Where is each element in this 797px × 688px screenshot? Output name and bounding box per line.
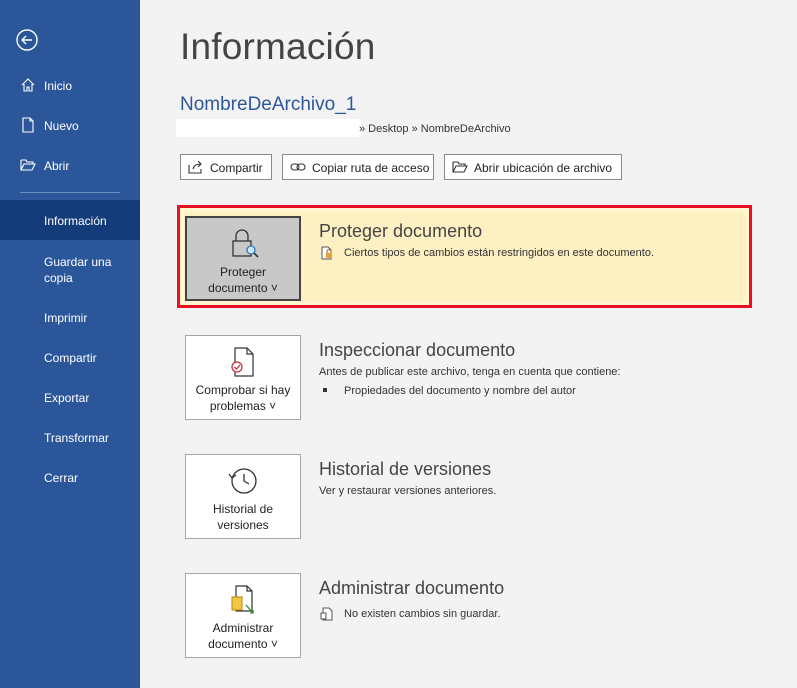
share-button[interactable]: Compartir <box>180 154 272 180</box>
redacted-path <box>176 119 361 137</box>
sidebar-item-compartir[interactable]: Compartir <box>0 349 140 367</box>
folder-icon <box>452 161 468 173</box>
sidebar-item-informacion[interactable]: Información <box>0 200 140 240</box>
backstage-sidebar: Inicio Nuevo Abrir Información Guardar u… <box>0 0 140 688</box>
lock-warning-icon <box>321 246 332 260</box>
protect-document-button[interactable]: Proteger documento ˅ <box>185 216 301 301</box>
inspect-title: Inspeccionar documento <box>319 340 516 360</box>
sidebar-item-label: Abrir <box>44 159 70 173</box>
inspect-bullet: Propiedades del documento y nombre del a… <box>344 385 576 397</box>
manage-document-button[interactable]: Administrar documento ˅ <box>185 573 301 658</box>
sidebar-item-label-line2: copia <box>44 271 73 285</box>
history-desc: Ver y restaurar versiones anteriores. <box>319 485 497 497</box>
open-folder-icon <box>20 159 36 171</box>
sidebar-item-label: Compartir <box>44 351 97 365</box>
sidebar-item-cerrar[interactable]: Cerrar <box>0 469 140 487</box>
info-pane: Información NombreDeArchivo_1 » Desktop … <box>140 0 797 688</box>
sidebar-item-transformar[interactable]: Transformar <box>0 429 140 447</box>
sidebar-item-label: Transformar <box>44 431 109 445</box>
sidebar-item-label: Cerrar <box>44 471 79 485</box>
history-title: Historial de versiones <box>319 459 492 479</box>
inspect-document-icon <box>231 347 254 377</box>
manage-document-icon <box>231 585 254 614</box>
sidebar-item-label: Imprimir <box>44 311 88 325</box>
protect-title: Proteger documento <box>319 221 483 241</box>
page-title: Información <box>180 26 376 67</box>
sidebar-item-label: Información <box>44 214 107 228</box>
document-icon <box>320 607 333 621</box>
share-icon <box>188 160 202 174</box>
manage-title: Administrar documento <box>319 578 505 598</box>
manage-desc: No existen cambios sin guardar. <box>344 608 501 620</box>
copy-path-label: Copiar ruta de acceso <box>312 161 430 175</box>
sidebar-item-label: Nuevo <box>44 119 79 133</box>
check-issues-label: Comprobar si hay problemas ˅ <box>195 383 291 413</box>
open-location-label: Abrir ubicación de archivo <box>474 161 613 175</box>
protect-desc: Ciertos tipos de cambios están restringi… <box>344 247 654 259</box>
file-name: NombreDeArchivo_1 <box>180 94 357 115</box>
check-issues-button[interactable]: Comprobar si hay problemas ˅ <box>185 335 301 420</box>
new-document-icon <box>22 117 34 133</box>
sidebar-item-label-line1: Guardar una <box>44 255 112 269</box>
copy-path-button[interactable]: Copiar ruta de acceso <box>282 154 434 180</box>
sidebar-item-inicio[interactable]: Inicio <box>0 77 140 95</box>
sidebar-item-nuevo[interactable]: Nuevo <box>0 117 140 135</box>
link-icon <box>290 163 306 171</box>
back-arrow-icon[interactable] <box>16 29 38 51</box>
home-icon <box>21 78 35 92</box>
sidebar-item-label: Inicio <box>44 79 73 93</box>
file-path: » Desktop » NombreDeArchivo <box>359 123 511 135</box>
sidebar-item-abrir[interactable]: Abrir <box>0 157 140 175</box>
version-history-button[interactable]: Historial de versiones <box>185 454 301 539</box>
lock-search-icon <box>232 229 259 258</box>
version-history-label: Historial de versiones <box>212 502 274 532</box>
sidebar-item-imprimir[interactable]: Imprimir <box>0 309 140 327</box>
sidebar-item-label: Exportar <box>44 391 90 405</box>
protect-button-label: Proteger documento ˅ <box>208 265 278 295</box>
inspect-desc: Antes de publicar este archivo, tenga en… <box>319 366 621 378</box>
bullet-marker <box>323 388 327 392</box>
history-clock-icon <box>228 468 257 494</box>
share-label: Compartir <box>210 161 263 175</box>
sidebar-item-guardar-copia[interactable]: Guardar una copia <box>0 253 140 287</box>
sidebar-item-exportar[interactable]: Exportar <box>0 389 140 407</box>
manage-document-label: Administrar documento ˅ <box>208 621 278 651</box>
open-location-button[interactable]: Abrir ubicación de archivo <box>444 154 622 180</box>
sidebar-divider <box>20 192 120 193</box>
